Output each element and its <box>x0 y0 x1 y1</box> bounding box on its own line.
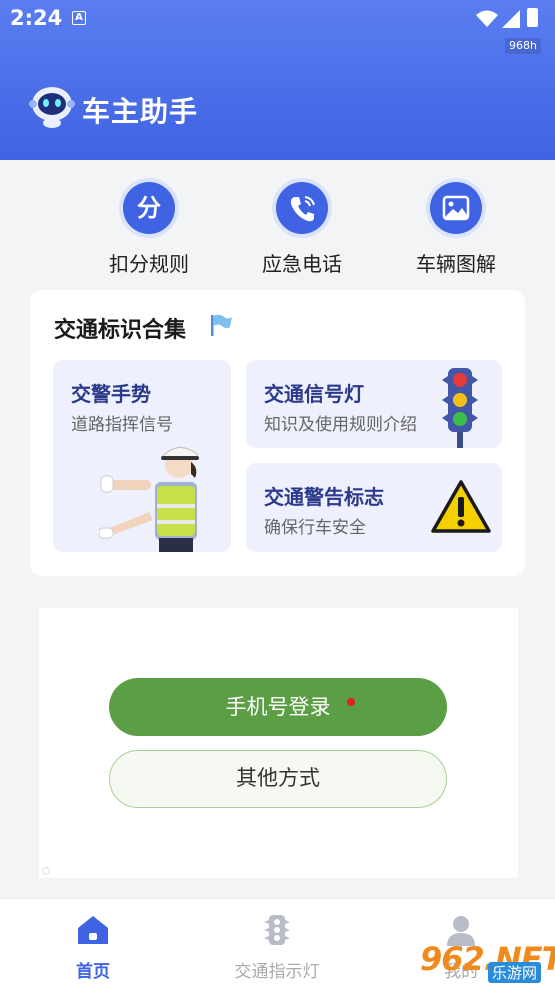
tile-warning-signs[interactable]: 交通警告标志 确保行车安全 <box>246 463 502 552</box>
login-panel: 手机号登录 其他方式 ◌ <box>39 608 518 878</box>
signal-icon <box>502 10 520 28</box>
tile-subtitle: 道路指挥信号 <box>71 415 173 435</box>
quick-action-label: 应急电话 <box>262 252 342 276</box>
tile-police-gestures[interactable]: 交警手势 道路指挥信号 <box>53 360 231 552</box>
network-speed: 968h <box>505 38 541 54</box>
quick-action-deduction[interactable]: 分 扣分规则 <box>89 182 209 277</box>
tile-traffic-light[interactable]: 交通信号灯 知识及使用规则介绍 <box>246 360 502 448</box>
tile-title: 交通警告标志 <box>264 485 384 509</box>
quick-action-label: 扣分规则 <box>109 252 189 276</box>
flag-icon <box>211 314 232 336</box>
police-officer-illustration <box>99 447 199 552</box>
tile-subtitle: 知识及使用规则介绍 <box>264 415 417 435</box>
other-login-label: 其他方式 <box>236 766 320 790</box>
phone-login-button[interactable]: 手机号登录 <box>109 678 447 736</box>
quick-actions: 分 扣分规则 应急电话 车辆图解 <box>0 182 555 276</box>
red-dot-indicator <box>347 698 355 706</box>
tile-title: 交警手势 <box>71 382 151 406</box>
app-title: 车主助手 <box>82 95 199 128</box>
tile-subtitle: 确保行车安全 <box>264 518 366 538</box>
phone-login-label: 手机号登录 <box>225 695 331 719</box>
tile-title: 交通信号灯 <box>264 382 364 406</box>
phone-icon <box>276 182 328 234</box>
traffic-light-icon <box>442 368 478 448</box>
robot-logo-icon <box>29 87 75 128</box>
wifi-icon <box>476 10 498 27</box>
quick-action-vehicle-diagram[interactable]: 车辆图解 <box>396 182 516 277</box>
image-icon <box>430 182 482 234</box>
nav-label: 首页 <box>76 962 110 982</box>
quick-action-emergency[interactable]: 应急电话 <box>242 182 362 277</box>
nav-label: 交通指示灯 <box>234 962 320 982</box>
notification-icon: A <box>72 11 86 25</box>
card-title: 交通标识合集 <box>54 318 187 343</box>
other-login-button[interactable]: 其他方式 <box>109 750 447 808</box>
ad-mark-icon: ◌ <box>42 866 50 876</box>
home-icon <box>78 916 108 944</box>
nav-item-home[interactable]: 首页 <box>18 913 168 982</box>
status-time: 2:24 <box>10 6 63 30</box>
battery-icon <box>527 8 538 27</box>
quick-action-label: 车辆图解 <box>416 252 496 276</box>
deduction-icon: 分 <box>123 182 175 234</box>
deduction-glyph: 分 <box>137 194 161 222</box>
status-bar: 2:24 A 968h <box>0 0 555 54</box>
traffic-signs-card: 交通标识合集 交警手势 道路指挥信号 交通信号灯 知识及使用规则介绍 交通警告标… <box>30 290 525 576</box>
traffic-light-icon <box>264 915 290 945</box>
app-header: 2:24 A 968h 车主助手 <box>0 0 555 160</box>
watermark-sub: 乐游网 <box>488 962 542 983</box>
nav-item-traffic-lights[interactable]: 交通指示灯 <box>202 913 352 982</box>
warning-sign-icon <box>431 480 491 533</box>
